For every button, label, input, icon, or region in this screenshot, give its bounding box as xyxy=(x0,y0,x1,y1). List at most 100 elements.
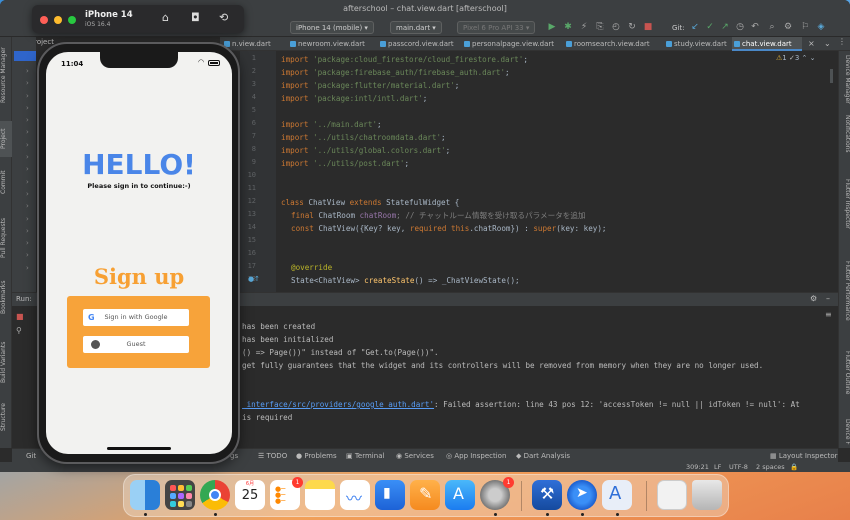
layout-inspector[interactable]: ▦ Layout Inspector xyxy=(770,449,838,463)
git-push-icon[interactable]: ↗ xyxy=(719,21,731,33)
status-encoding[interactable]: UTF-8 xyxy=(729,462,748,472)
code-editor[interactable]: ⚠1 ✓3 ⌃ ⌄ import 'package:cloud_firestor… xyxy=(276,51,838,292)
git-rollback-icon[interactable]: ↶ xyxy=(749,21,761,33)
tab-personalpage-view[interactable]: personalpage.view.dart xyxy=(462,37,564,51)
screenshot-icon[interactable]: ◘ xyxy=(191,11,200,24)
bottom-tab-app-inspection[interactable]: ◎ App Inspection xyxy=(446,449,506,463)
attach-icon[interactable]: ⎘ xyxy=(594,21,606,33)
editor-scrollbar[interactable] xyxy=(830,69,833,83)
run-pin-icon[interactable]: ⚲ xyxy=(16,326,22,335)
app-store-icon[interactable]: A xyxy=(445,480,475,510)
more-icon[interactable]: ⋮ xyxy=(838,37,846,46)
tool-notifications[interactable]: Notifications xyxy=(840,115,850,153)
emulator-select[interactable]: Pixel 6 Pro API 33 ▾ xyxy=(457,21,536,34)
hot-reload-icon[interactable]: ⚡ xyxy=(578,21,590,33)
coverage-icon[interactable]: ↻ xyxy=(626,21,638,33)
tab-roomsearch-view[interactable]: roomsearch.view.dart xyxy=(564,37,664,51)
tool-flutter-performance[interactable]: Flutter Performance xyxy=(840,261,850,321)
tool-pull-requests[interactable]: Pull Requests xyxy=(0,213,12,263)
override-gutter-icon[interactable]: ●↑ xyxy=(248,275,260,283)
xcode-icon[interactable]: ⚒ xyxy=(532,480,562,510)
tool-bookmarks[interactable]: Bookmarks xyxy=(0,277,12,317)
minimize-icon[interactable] xyxy=(54,16,62,24)
file-icon[interactable] xyxy=(657,480,687,510)
calendar-icon[interactable]: 6月 25 xyxy=(235,480,265,510)
tab-n-view[interactable]: n.view.dart xyxy=(222,37,288,51)
status-position[interactable]: 309:21 xyxy=(686,462,709,472)
bottom-tab-git[interactable]: Git xyxy=(26,449,36,463)
zoom-icon[interactable] xyxy=(68,16,76,24)
tool-device-manager[interactable]: Device Manager xyxy=(840,55,850,104)
tool-build-variants[interactable]: Build Variants xyxy=(0,337,12,387)
tab-chat-view[interactable]: chat.view.dart xyxy=(732,37,802,51)
status-indent[interactable]: 2 spaces xyxy=(756,462,785,472)
freeform-icon[interactable]: 〰 xyxy=(340,480,370,510)
tool-commit[interactable]: Commit xyxy=(0,167,12,197)
run-config-select[interactable]: main.dart ▾ xyxy=(390,21,442,34)
guest-button[interactable]: Guest xyxy=(83,336,189,353)
search-icon[interactable]: ⌕ xyxy=(766,21,778,33)
code-line: import '../utils/post.dart'; xyxy=(281,159,410,168)
google-icon: G xyxy=(88,313,95,322)
bottom-tab-problems[interactable]: ● Problems xyxy=(296,449,337,463)
tab-passcord-view[interactable]: passcord.view.dart xyxy=(378,37,462,51)
tool-project[interactable]: Project xyxy=(0,121,12,157)
launchpad-icon[interactable] xyxy=(165,480,195,510)
trash-icon[interactable] xyxy=(692,480,722,510)
run-settings-icon[interactable]: ⚙ xyxy=(810,294,817,303)
close-icon[interactable] xyxy=(40,16,48,24)
git-update-icon[interactable]: ↙ xyxy=(689,21,701,33)
home-icon[interactable]: ⌂ xyxy=(162,11,169,24)
instruments-icon[interactable]: A xyxy=(602,480,632,510)
console-error-link[interactable]: _interface/src/providers/google_auth.dar… xyxy=(242,400,434,409)
profile-icon[interactable]: ◴ xyxy=(610,21,622,33)
line-number: 2 xyxy=(251,67,256,75)
line-number: 7 xyxy=(251,132,256,140)
code-with-me-icon[interactable]: ⚐ xyxy=(799,21,811,33)
status-lock-icon[interactable]: 🔒 xyxy=(790,462,798,472)
settings-icon[interactable]: ⚙ xyxy=(782,21,794,33)
project-tree-selected[interactable] xyxy=(14,51,36,61)
tool-resource-manager[interactable]: Resource Manager xyxy=(0,43,12,107)
tab-newroom-view[interactable]: newroom.view.dart xyxy=(288,37,378,51)
tab-close-icon[interactable]: × xyxy=(808,39,815,48)
tool-flutter-outline[interactable]: Flutter Outline xyxy=(840,351,850,394)
console-error-line: _interface/src/providers/google_auth.dar… xyxy=(242,400,800,409)
keynote-icon[interactable]: ▮ xyxy=(375,480,405,510)
device-select[interactable]: iPhone 14 (mobile) ▾ xyxy=(290,21,374,34)
line-gutter: 1 2 3 4 5 6 7 8 9 10 11 12 13 14 15 16 1… xyxy=(240,51,276,292)
git-history-icon[interactable]: ◷ xyxy=(734,21,746,33)
bottom-tab-dart-analysis[interactable]: ◆ Dart Analysis xyxy=(516,449,570,463)
remote-icon[interactable]: ➤ xyxy=(567,480,597,510)
home-indicator[interactable] xyxy=(107,447,171,450)
code-line-field: final ChatRoom chatRoom; // チャットルーム情報を受け… xyxy=(291,211,586,220)
bottom-tab-services[interactable]: ◉ Services xyxy=(396,449,434,463)
google-signin-label: Sign in with Google xyxy=(104,313,168,321)
chrome-icon[interactable] xyxy=(200,480,230,510)
debug-icon[interactable]: ✱ xyxy=(562,21,574,33)
line-number: 10 xyxy=(247,171,256,179)
tool-flutter-inspector[interactable]: Flutter Inspector xyxy=(840,179,850,229)
notes-icon[interactable] xyxy=(305,480,335,510)
git-commit-icon[interactable]: ✓ xyxy=(704,21,716,33)
bottom-tab-terminal[interactable]: ▣ Terminal xyxy=(346,449,384,463)
finder-icon[interactable] xyxy=(130,480,160,510)
stop-icon[interactable]: ■ xyxy=(642,21,654,33)
run-icon[interactable]: ▶ xyxy=(546,21,558,33)
run-minimize-icon[interactable]: – xyxy=(826,294,830,303)
bottom-tab-todo[interactable]: ☰ TODO xyxy=(258,449,287,463)
status-line-ending[interactable]: LF xyxy=(714,462,721,472)
console-filter-icon[interactable]: ≡ xyxy=(825,310,832,319)
tool-device-file[interactable]: Device F xyxy=(840,419,850,445)
git-label: Git: xyxy=(672,24,685,32)
rotate-icon[interactable]: ⟲ xyxy=(219,11,228,24)
project-tree: › › › › › › › › › › › › › › › › › xyxy=(12,37,36,292)
jetbrains-icon[interactable]: ◈ xyxy=(815,21,827,33)
tab-study-view[interactable]: study.view.dart xyxy=(664,37,730,51)
tab-overflow-icon[interactable]: ⌄ xyxy=(824,39,831,48)
inspection-widget[interactable]: ⚠1 ✓3 ⌃ ⌄ xyxy=(776,54,816,62)
tool-structure[interactable]: Structure xyxy=(0,399,12,435)
pages-icon[interactable]: ✎ xyxy=(410,480,440,510)
run-stop-icon[interactable]: ■ xyxy=(16,312,24,321)
google-signin-button[interactable]: G Sign in with Google xyxy=(83,309,189,326)
